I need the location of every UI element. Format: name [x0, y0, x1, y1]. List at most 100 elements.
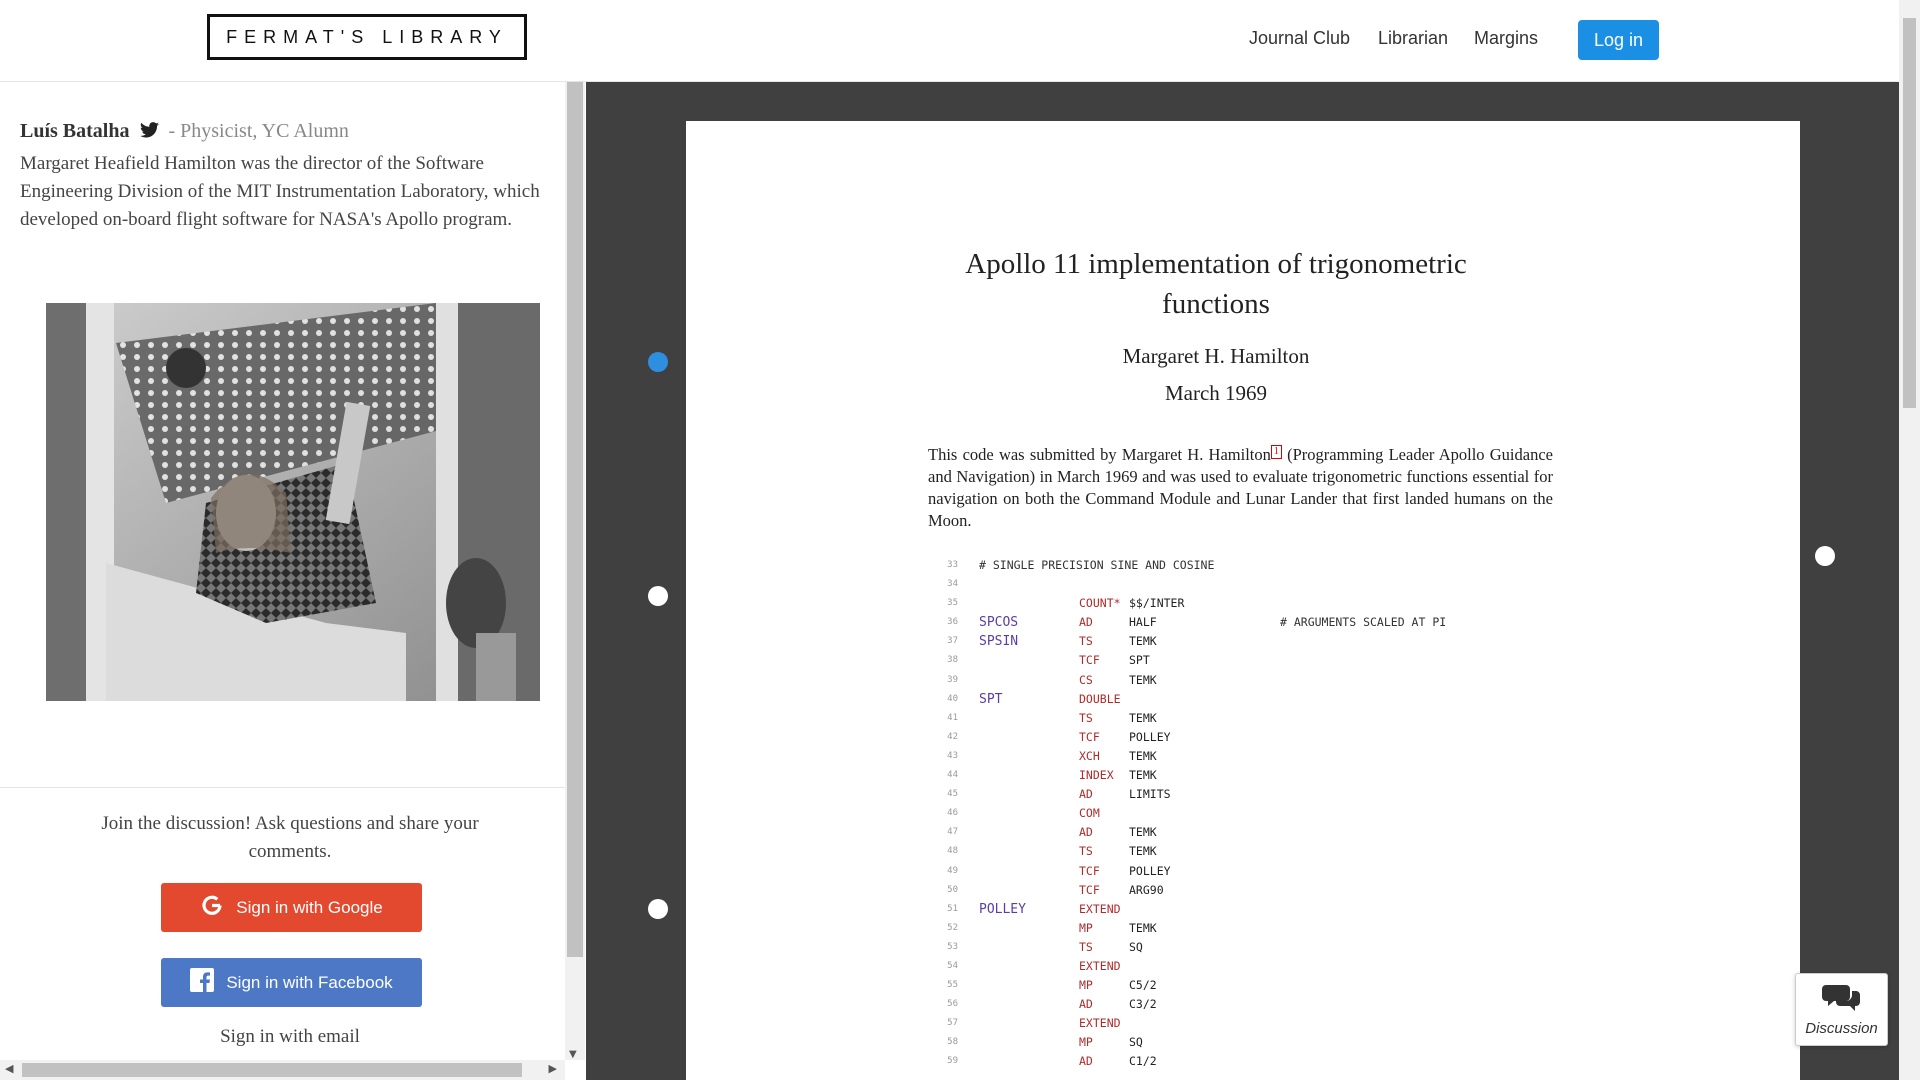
code-opcode: AD [1079, 997, 1093, 1012]
code-operand: ARG90 [1129, 882, 1164, 897]
paper-date: March 1969 [1164, 381, 1268, 405]
page-scrollbar[interactable] [1899, 0, 1920, 1080]
nav-margins[interactable]: Margins [1474, 28, 1538, 49]
code-line: 52 MP TEMK [936, 921, 1556, 940]
code-operand: POLLEY [1129, 863, 1171, 878]
code-operand: LIMITS [1129, 787, 1171, 802]
code-opcode: EXTEND [1079, 958, 1121, 973]
paper-title: Apollo 11 implementation of trigonometri… [965, 248, 1467, 320]
footnote-marker[interactable]: 1 [1270, 444, 1282, 459]
author-role: - Physicist, YC Alumn [168, 120, 349, 142]
comment-author: Luís Batalha - Physicist, YC Alumn [20, 120, 349, 144]
code-operand: TEMK [1129, 844, 1157, 859]
panel-vertical-scrollbar[interactable]: ▼ [565, 82, 585, 1060]
line-number: 45 [947, 789, 958, 800]
line-number: 38 [947, 655, 958, 666]
hamilton-photo [46, 303, 540, 701]
discussion-panel: Luís Batalha - Physicist, YC Alumn Marga… [0, 82, 565, 1060]
code-listing: 33 # SINGLE PRECISION SINE AND COSINE 34 35… [936, 558, 1556, 1074]
line-number: 57 [947, 1018, 958, 1029]
code-line: 45 AD LIMITS [936, 787, 1556, 806]
code-opcode: TCF [1079, 863, 1100, 878]
code-opcode: TS [1079, 939, 1093, 954]
join-discussion-text: Join the discussion! Ask questions and s… [101, 813, 479, 862]
author-name[interactable]: Luís Batalha [20, 120, 129, 142]
login-button[interactable]: Log in [1578, 20, 1659, 60]
scroll-right-arrow-icon[interactable]: ▶ [549, 1062, 557, 1075]
code-line: 54 EXTEND [936, 959, 1556, 978]
line-number: 40 [947, 693, 958, 704]
paper-page: Apollo 11 implementation of trigonometri… [686, 121, 1800, 1080]
line-number: 54 [947, 960, 958, 971]
code-opcode: INDEX [1079, 768, 1114, 783]
code-line: 40 SPT DOUBLE [936, 692, 1556, 711]
code-label: SPT [979, 691, 1003, 707]
line-number: 36 [947, 617, 958, 628]
nav-librarian[interactable]: Librarian [1378, 28, 1448, 49]
code-line: 50 TCF ARG90 [936, 883, 1556, 902]
panel-divider [0, 787, 565, 788]
line-number: 58 [947, 1037, 958, 1048]
line-number: 37 [947, 636, 958, 647]
code-opcode: EXTEND [1079, 1016, 1121, 1031]
code-opcode: AD [1079, 1054, 1093, 1069]
line-number: 51 [947, 903, 958, 914]
comment-marker[interactable] [648, 899, 668, 919]
facebook-icon [190, 968, 215, 997]
comment-marker[interactable] [1815, 546, 1835, 566]
line-number: 46 [947, 808, 958, 819]
code-line: 44 INDEX TEMK [936, 768, 1556, 787]
code-opcode: TCF [1079, 729, 1100, 744]
panel-hscroll-thumb[interactable] [22, 1063, 522, 1077]
code-label: SPCOS [979, 615, 1019, 631]
code-opcode: MP [1079, 1035, 1093, 1050]
code-line: 35 COUNT* $$/INTER [936, 596, 1556, 615]
sign-in-google-button[interactable]: Sign in with Google [161, 883, 422, 932]
code-operand: C1/2 [1129, 1054, 1157, 1069]
sign-in-email-link[interactable]: Sign in with email [60, 1026, 520, 1048]
code-line: 38 TCF SPT [936, 653, 1556, 672]
panel-horizontal-scrollbar[interactable]: ◀ ▶ [0, 1060, 565, 1080]
page-scroll-thumb[interactable] [1903, 18, 1916, 408]
line-number: 42 [947, 731, 958, 742]
scroll-left-arrow-icon[interactable]: ◀ [5, 1062, 13, 1075]
facebook-button-label: Sign in with Facebook [226, 972, 393, 992]
line-number: 49 [947, 865, 958, 876]
code-opcode: AD [1079, 787, 1093, 802]
code-operand: TEMK [1129, 768, 1157, 783]
code-operand: SPT [1129, 653, 1150, 668]
line-number: 52 [947, 922, 958, 933]
line-number: 33 [947, 560, 958, 570]
code-line: 46 COM [936, 806, 1556, 825]
comment-marker[interactable] [648, 586, 668, 606]
line-number: 47 [947, 827, 958, 838]
code-line: 42 TCF POLLEY [936, 730, 1556, 749]
discussion-button[interactable]: Discussion [1795, 973, 1888, 1046]
comment-marker-active[interactable] [648, 352, 668, 372]
code-opcode: EXTEND [1079, 901, 1121, 916]
code-opcode: DOUBLE [1079, 691, 1121, 706]
code-line: 58 MP SQ [936, 1035, 1556, 1054]
code-opcode: TCF [1079, 653, 1100, 668]
site-logo[interactable]: FERMAT'S LIBRARY [207, 14, 527, 60]
top-header: FERMAT'S LIBRARY Journal Club Librarian … [0, 0, 1898, 82]
code-operand: TEMK [1129, 672, 1157, 687]
code-operand: $$/INTER [1129, 596, 1185, 611]
scroll-down-arrow-icon[interactable]: ▼ [569, 1049, 577, 1060]
code-line: 56 AD C3/2 [936, 997, 1556, 1016]
line-number: 50 [947, 884, 958, 895]
panel-scroll-thumb[interactable] [567, 82, 583, 957]
paper-abstract: This code was submitted by Margaret H. H… [928, 444, 1553, 532]
code-line: 47 AD TEMK [936, 825, 1556, 844]
code-operand: TEMK [1129, 920, 1157, 935]
comments-icon [1821, 983, 1862, 1018]
nav-journal-club[interactable]: Journal Club [1249, 28, 1350, 49]
sign-in-facebook-button[interactable]: Sign in with Facebook [161, 958, 422, 1007]
google-icon [200, 893, 224, 922]
google-button-label: Sign in with Google [236, 897, 383, 917]
code-line: 48 TS TEMK [936, 844, 1556, 863]
code-operand: HALF [1129, 615, 1157, 630]
twitter-icon[interactable] [140, 121, 160, 144]
code-opcode: CS [1079, 672, 1093, 687]
line-number: 59 [947, 1056, 958, 1067]
